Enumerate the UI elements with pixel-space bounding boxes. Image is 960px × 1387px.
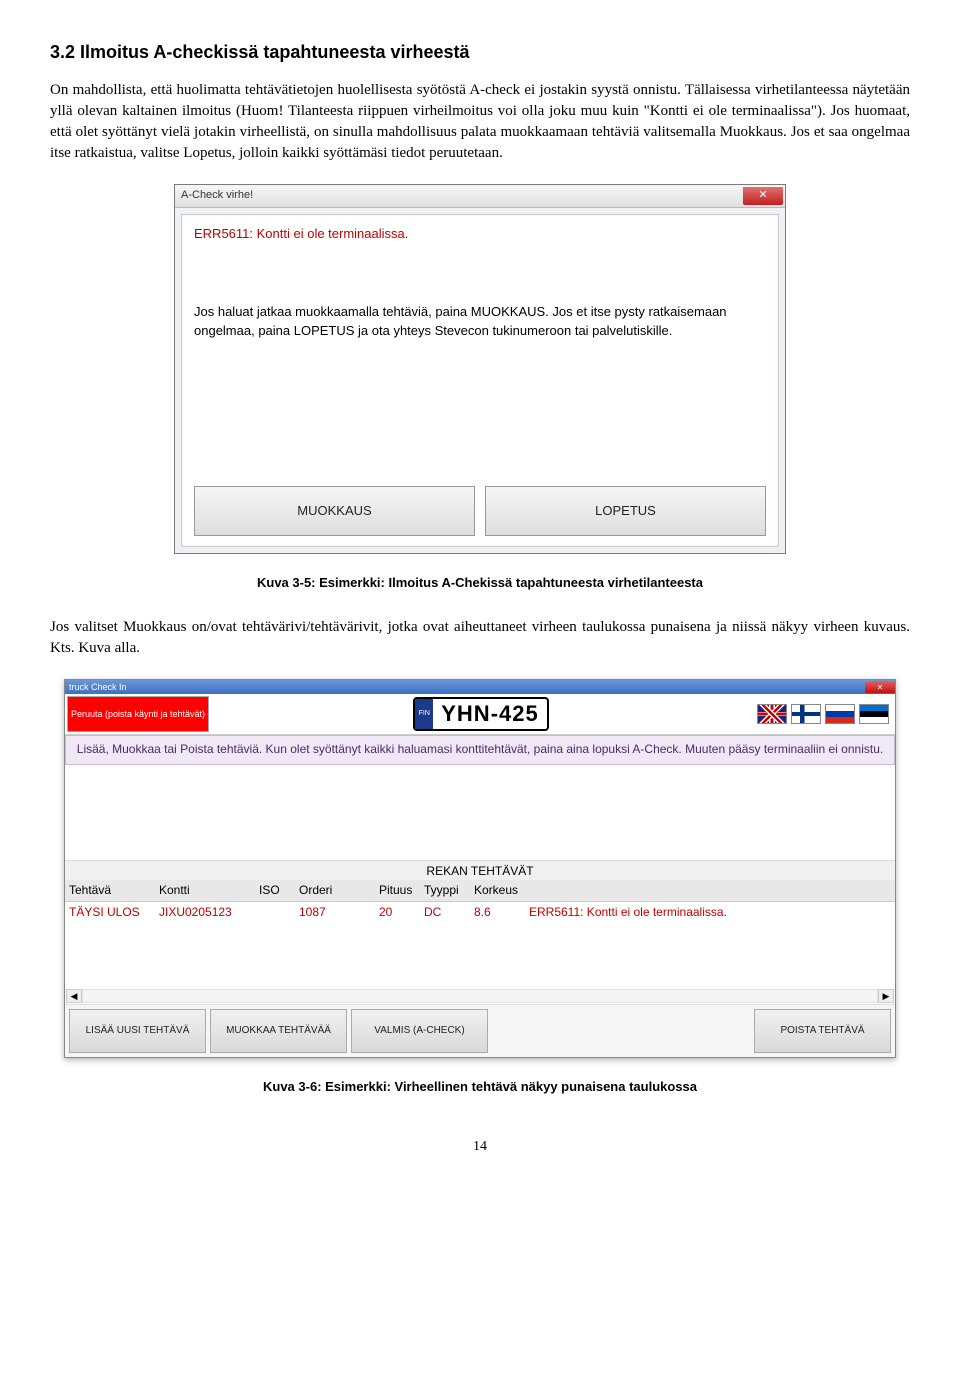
col-tehtava: Tehtävä: [69, 882, 159, 899]
flag-ru-icon[interactable]: [825, 704, 855, 724]
app-button-row: LISÄÄ UUSI TEHTÄVÄ MUOKKAA TEHTÄVÄÄ VALM…: [65, 1005, 895, 1057]
language-flags: [751, 694, 895, 734]
paragraph-2: Jos valitset Muokkaus on/ovat tehtäväriv…: [50, 617, 910, 659]
scrollbar-track[interactable]: [82, 989, 878, 1003]
close-icon[interactable]: ✕: [865, 681, 895, 693]
scroll-left-icon[interactable]: ◀: [66, 989, 82, 1003]
app-header: Peruuta (poista käynti ja tehtävät) FIN …: [65, 694, 895, 735]
page-number: 14: [50, 1137, 910, 1157]
notice-bar: Lisää, Muokkaa tai Poista tehtäviä. Kun …: [65, 735, 895, 765]
lopetus-button[interactable]: LOPETUS: [485, 486, 766, 536]
col-tyyppi: Tyyppi: [424, 882, 474, 899]
muokkaus-button[interactable]: MUOKKAUS: [194, 486, 475, 536]
figure-caption-1: Kuva 3-5: Esimerkki: Ilmoitus A-Chekissä…: [50, 574, 910, 592]
tasks-title: REKAN TEHTÄVÄT: [65, 861, 895, 880]
cell-error: ERR5611: Kontti ei ole terminaalissa.: [529, 904, 891, 921]
dialog-instruction: Jos haluat jatkaa muokkaamalla tehtäviä,…: [194, 303, 766, 339]
col-error: [529, 882, 891, 899]
checkin-window: truck Check In ✕ Peruuta (poista käynti …: [64, 679, 896, 1058]
plate-number: YHN-425: [433, 699, 546, 729]
flag-ee-icon[interactable]: [859, 704, 889, 724]
plate-country-code: FIN: [415, 699, 433, 729]
tasks-panel: [65, 765, 895, 861]
error-message: ERR5611: Kontti ei ole terminaalissa.: [194, 225, 766, 243]
plate-area: FIN YHN-425: [211, 694, 751, 734]
dialog-titlebar: A-Check virhe! ✕: [175, 185, 785, 208]
cancel-visit-button[interactable]: Peruuta (poista käynti ja tehtävät): [67, 696, 209, 732]
cell-tehtava: TÄYSI ULOS: [69, 904, 159, 921]
col-orderi: Orderi: [299, 882, 379, 899]
edit-task-button[interactable]: MUOKKAA TEHTÄVÄÄ: [210, 1009, 347, 1053]
col-kontti: Kontti: [159, 882, 259, 899]
close-icon[interactable]: ✕: [743, 187, 783, 205]
section-heading: 3.2 Ilmoitus A-checkissä tapahtuneesta v…: [50, 40, 910, 65]
figure-caption-2: Kuva 3-6: Esimerkki: Virheellinen tehtäv…: [50, 1078, 910, 1096]
paragraph-1: On mahdollista, että huolimatta tehtävät…: [50, 80, 910, 164]
cell-tyyppi: DC: [424, 904, 474, 921]
add-task-button[interactable]: LISÄÄ UUSI TEHTÄVÄ: [69, 1009, 206, 1053]
cell-iso: [259, 904, 299, 921]
license-plate: FIN YHN-425: [413, 697, 548, 731]
dialog-button-row: MUOKKAUS LOPETUS: [194, 486, 766, 536]
ready-acheck-button[interactable]: VALMIS (A-CHECK): [351, 1009, 488, 1053]
app-title: truck Check In: [69, 681, 127, 694]
dialog-body: ERR5611: Kontti ei ole terminaalissa. Jo…: [181, 214, 779, 547]
flag-uk-icon[interactable]: [757, 704, 787, 724]
table-empty-area: ◀ ▶: [65, 922, 895, 1005]
scroll-right-icon[interactable]: ▶: [878, 989, 894, 1003]
error-dialog: A-Check virhe! ✕ ERR5611: Kontti ei ole …: [174, 184, 786, 554]
table-header: Tehtävä Kontti ISO Orderi Pituus Tyyppi …: [65, 880, 895, 902]
cell-pituus: 20: [379, 904, 424, 921]
table-row[interactable]: TÄYSI ULOS JIXU0205123 1087 20 DC 8.6 ER…: [65, 902, 895, 923]
cell-korkeus: 8.6: [474, 904, 529, 921]
delete-task-button[interactable]: POISTA TEHTÄVÄ: [754, 1009, 891, 1053]
col-korkeus: Korkeus: [474, 882, 529, 899]
spacer: [492, 1009, 750, 1053]
cell-kontti: JIXU0205123: [159, 904, 259, 921]
dialog-title: A-Check virhe!: [181, 188, 253, 203]
cell-orderi: 1087: [299, 904, 379, 921]
app-titlebar: truck Check In ✕: [65, 680, 895, 694]
tasks-table: Tehtävä Kontti ISO Orderi Pituus Tyyppi …: [65, 880, 895, 923]
col-pituus: Pituus: [379, 882, 424, 899]
flag-fi-icon[interactable]: [791, 704, 821, 724]
col-iso: ISO: [259, 882, 299, 899]
